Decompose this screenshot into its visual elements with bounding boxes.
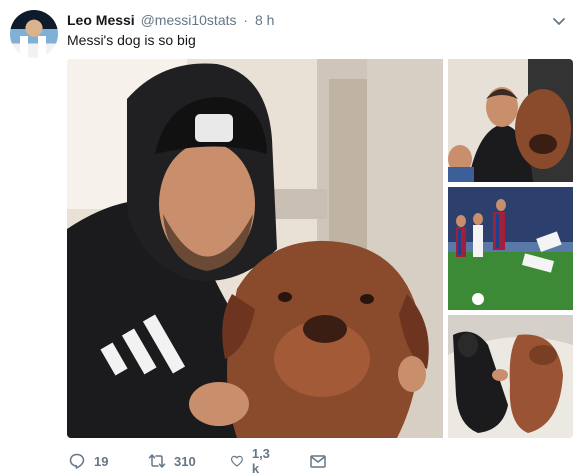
- user-handle[interactable]: @messi10stats: [141, 12, 237, 28]
- photo-illustration: [448, 187, 573, 310]
- photo-messi-dog-side[interactable]: [448, 59, 573, 182]
- tweet-header: Leo Messi @messi10stats · 8 h: [67, 11, 274, 29]
- tweet-timestamp[interactable]: 8 h: [255, 12, 274, 28]
- retweet-count: 310: [174, 453, 196, 469]
- photo-person-with-dog[interactable]: [448, 315, 573, 438]
- retweet-button[interactable]: 310: [148, 452, 196, 470]
- tweet-media: [67, 59, 573, 438]
- like-button[interactable]: 1,3 k: [230, 446, 274, 473]
- more-options-button[interactable]: [550, 12, 568, 30]
- envelope-icon: [310, 455, 326, 468]
- tweet: Leo Messi @messi10stats · 8 h Messi's do…: [0, 0, 575, 473]
- photo-illustration: [448, 59, 573, 182]
- photo-illustration: [67, 59, 443, 438]
- avatar-shirt-stripe: [38, 36, 46, 58]
- reply-button[interactable]: 19: [68, 452, 108, 470]
- direct-message-button[interactable]: [309, 452, 327, 470]
- display-name[interactable]: Leo Messi: [67, 12, 135, 28]
- separator-dot: ·: [243, 12, 249, 28]
- photo-football-match[interactable]: [448, 187, 573, 310]
- avatar-shirt-stripe: [20, 36, 28, 58]
- chevron-down-icon: [553, 18, 565, 25]
- like-count: 1,3 k: [251, 446, 270, 473]
- reply-count: 19: [94, 453, 109, 469]
- heart-icon: [230, 455, 243, 467]
- photo-messi-with-dog[interactable]: [67, 59, 443, 438]
- tweet-text: Messi's dog is so big: [67, 32, 196, 48]
- retweet-icon: [148, 454, 166, 468]
- photo-illustration: [448, 315, 573, 438]
- reply-icon: [69, 453, 85, 469]
- avatar[interactable]: [10, 10, 58, 58]
